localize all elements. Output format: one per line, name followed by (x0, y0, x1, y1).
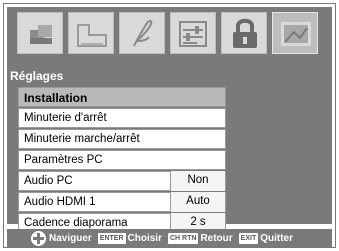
item-label: Minuterie marche/arrêt (24, 133, 140, 145)
picture-icon[interactable] (17, 12, 63, 54)
menu-tab-bar (7, 7, 332, 65)
item-label: Audio HDMI 1 (24, 196, 96, 208)
item-label: Installation (24, 91, 88, 105)
return-label: Retour (200, 232, 233, 244)
list-item-pc-audio[interactable]: Audio PC Non (18, 171, 226, 191)
item-label: Paramètres PC (24, 154, 103, 166)
list-item-installation[interactable]: Installation (18, 87, 226, 107)
list-item-sleep-timer[interactable]: Minuterie d'arrêt (18, 108, 226, 128)
settings-list: Installation Minuterie d'arrêt Minuterie… (18, 87, 226, 234)
item-value[interactable]: Auto (170, 192, 225, 212)
audio-icon[interactable] (68, 12, 114, 54)
item-label: Audio PC (24, 175, 73, 187)
tv-menu-screen: Réglages Installation Minuterie d'arrêt … (3, 3, 336, 248)
navigate-label: Naviguer (49, 232, 92, 244)
dpad-icon (31, 230, 46, 246)
return-key-icon: CH RTN (167, 232, 199, 244)
item-label: Minuterie d'arrêt (24, 112, 107, 124)
lock-icon[interactable] (221, 12, 267, 54)
item-label: Cadence diaporama (24, 217, 128, 229)
exit-key-icon: EXIT (238, 232, 259, 244)
item-value[interactable]: Non (170, 171, 225, 191)
menu-title: Réglages (10, 69, 64, 83)
settings-panel: Réglages Installation Minuterie d'arrêt … (7, 7, 332, 233)
button-legend: Naviguer ENTER Choisir CH RTN Retour EXI… (7, 229, 332, 247)
photo-icon[interactable] (272, 12, 318, 54)
list-item-pc-settings[interactable]: Paramètres PC (18, 150, 226, 170)
enter-key-icon: ENTER (97, 232, 126, 244)
list-item-hdmi-audio[interactable]: Audio HDMI 1 Auto (18, 192, 226, 212)
music-note-icon[interactable] (119, 12, 165, 54)
settings-sliders-icon[interactable] (170, 12, 216, 54)
quit-label: Quitter (260, 232, 294, 244)
choose-label: Choisir (127, 232, 162, 244)
list-item-on-off-timer[interactable]: Minuterie marche/arrêt (18, 129, 226, 149)
